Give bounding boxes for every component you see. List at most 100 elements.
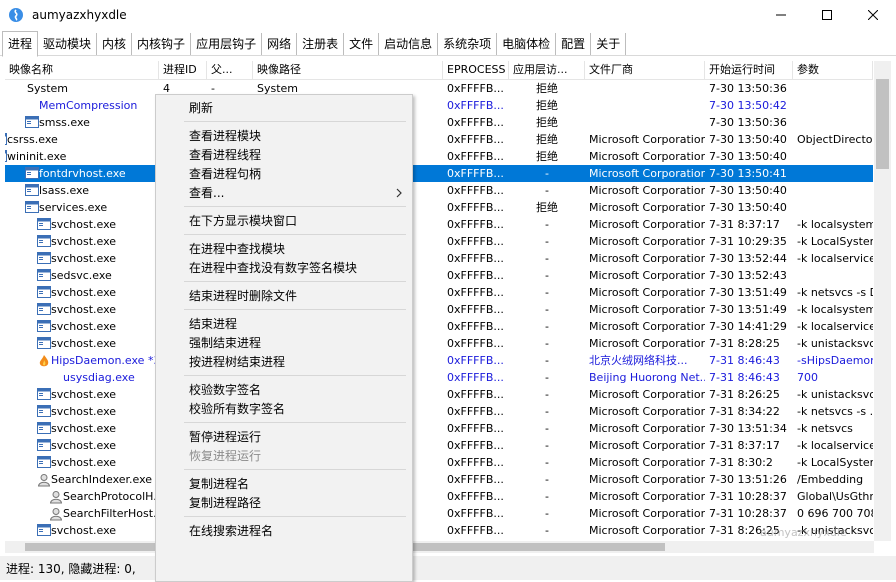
column-header-access[interactable]: 应用层访... [509,61,585,79]
column-header-eprocess[interactable]: EPROCESS [443,61,509,79]
cell-name: sedsvc.exe [5,267,159,284]
tab-0[interactable]: 进程 [2,31,39,57]
table-row[interactable]: svchost.exeexe0xFFFFB...-Microsoft Corpo… [5,437,873,454]
menu-item-21[interactable]: 暂停进程运行 [189,427,261,447]
menu-item-24[interactable]: 复制进程名 [189,474,249,494]
table-row[interactable]: svchost.exeexe0xFFFFB...-Microsoft Corpo… [5,420,873,437]
title-bar: aumyazxhyxdle [0,0,896,30]
column-header-args[interactable]: 参数 [793,61,873,79]
table-row[interactable]: SearchFilterHost...te...0xFFFFB...-Micro… [5,505,873,522]
menu-item-7[interactable]: 在下方显示模块窗口 [189,211,297,231]
table-row[interactable]: services.exeexe0xFFFFB...拒绝Microsoft Cor… [5,199,873,216]
tab-12[interactable]: 关于 [591,33,627,55]
process-name: svchost.exe [51,218,117,231]
cell-access: - [545,320,549,333]
table-row[interactable]: System 4- System 0xFFFFB... 拒绝 7-30 13:50:36 [5,80,873,97]
column-header-name[interactable]: 映像名称 [5,61,159,79]
tab-11[interactable]: 配置 [556,33,592,55]
table-row[interactable]: svchost.exeexe0xFFFFB...-Microsoft Corpo… [5,284,873,301]
tab-3[interactable]: 内核钩子 [132,33,192,55]
vertical-scroll-thumb[interactable] [876,79,889,169]
process-name: svchost.exe [51,439,117,452]
close-button[interactable] [850,0,896,30]
app-window-icon [37,303,51,315]
table-row[interactable]: smss.exe 0xFFFFB... 拒绝 7-30 13:50:36 [5,114,873,131]
minimize-button[interactable] [758,0,804,30]
tab-4[interactable]: 应用层钩子 [191,33,263,55]
table-row[interactable]: svchost.exeexe0xFFFFB...-Microsoft Corpo… [5,335,873,352]
process-name: svchost.exe [51,303,117,316]
app-window-icon [25,184,39,196]
column-header-pid[interactable]: 进程ID [159,61,207,79]
menu-item-14[interactable]: 结束进程 [189,314,237,334]
menu-item-5[interactable]: 查看... [189,183,224,203]
table-row[interactable]: usysdiag.exeN...0xFFFFB...-Beijing Huoro… [5,369,873,386]
window-title: aumyazxhyxdle [32,8,127,22]
menu-item-0[interactable]: 刷新 [189,98,213,118]
table-row[interactable]: lsass.exe 0xFFFFB... - Microsoft Corporatio… [5,182,873,199]
menu-item-label: 查看进程线程 [189,148,262,162]
menu-item-25[interactable]: 复制进程路径 [189,493,261,513]
table-row[interactable]: svchost.exeexe0xFFFFB...-Microsoft Corpo… [5,403,873,420]
table-row[interactable]: SearchIndexer.exed...0xFFFFB...-Microsof… [5,471,873,488]
cell-name: HipsDaemon.exe *32 [5,352,159,369]
table-row[interactable]: svchost.exeexe0xFFFFB...-Microsoft Corpo… [5,233,873,250]
menu-item-12[interactable]: 结束进程时删除文件 [189,286,297,306]
tab-1[interactable]: 驱动模块 [38,33,98,55]
menu-item-label: 结束进程时删除文件 [189,289,298,303]
column-header-ppid[interactable]: 父... [207,61,253,79]
tab-8[interactable]: 启动信息 [379,33,439,55]
cell-name: wininit.exe [5,148,159,165]
cell-start: 7-31 8:46:43 [709,354,780,367]
menu-item-4[interactable]: 查看进程句柄 [189,164,261,184]
cell-vendor: Microsoft Corporation [589,456,705,469]
status-bar: 进程: 130, 隐藏进程: 0, [0,556,896,580]
tab-9[interactable]: 系统杂项 [438,33,498,55]
tab-2[interactable]: 内核 [97,33,133,55]
cell-args: -sHipsDaemon [797,354,873,367]
table-row[interactable]: svchost.exeexe0xFFFFB...-Microsoft Corpo… [5,454,873,471]
menu-item-16[interactable]: 按进程树结束进程 [189,352,285,372]
table-row[interactable]: SearchProtocolH...ot...0xFFFFB...-Micros… [5,488,873,505]
vertical-scrollbar[interactable] [874,61,891,541]
cell-eprocess: 0xFFFFB... [447,456,504,469]
horizontal-scrollbar[interactable] [5,541,874,553]
menu-item-10[interactable]: 在进程中查找没有数字签名模块 [189,258,357,278]
maximize-button[interactable] [804,0,850,30]
table-row[interactable]: wininit.exexe0xFFFFB...拒绝Microsoft Corpo… [5,148,873,165]
menu-item-3[interactable]: 查看进程线程 [189,145,261,165]
table-row[interactable]: HipsDaemon.exe *32N...0xFFFFB...-北京火绒网络科… [5,352,873,369]
cell-vendor: Microsoft Corporation [589,133,705,146]
menu-item-label: 在线搜索进程名 [189,524,274,538]
cell-args: -k netsvcs -s ... [797,405,873,418]
tab-10[interactable]: 电脑体检 [497,33,557,55]
table-row[interactable]: svchost.exeexe0xFFFFB...-Microsoft Corpo… [5,301,873,318]
menu-item-9[interactable]: 在进程中查找模块 [189,239,285,259]
table-row[interactable]: sedsvc.exexe0xFFFFB...-Microsoft Corpora… [5,267,873,284]
process-table: 映像名称 进程ID 父... 映像路径 EPROCESS 应用层访... 文件厂商 开始运行时… [5,61,873,541]
cell-access: - [545,167,549,180]
menu-item-18[interactable]: 校验数字签名 [189,380,261,400]
table-row[interactable]: fontdrvhost.exeos...0xFFFFB...-Microsoft… [5,165,873,182]
table-row[interactable]: svchost.exeexe0xFFFFB...-Microsoft Corpo… [5,216,873,233]
table-row[interactable]: svchost.exeexe0xFFFFB...-Microsoft Corpo… [5,386,873,403]
tab-5[interactable]: 网络 [262,33,298,55]
tab-6[interactable]: 注册表 [297,33,345,55]
cell-access: - [545,507,549,520]
menu-item-2[interactable]: 查看进程模块 [189,126,261,146]
table-row[interactable]: svchost.exeexe0xFFFFB...-Microsoft Corpo… [5,250,873,267]
cell-start: 7-30 13:50:36 [709,116,787,129]
table-row[interactable]: MemCompression 0xFFFFB... 拒绝 7-30 13:50:42 [5,97,873,114]
column-header-path[interactable]: 映像路径 [253,61,443,79]
table-row[interactable]: svchost.exeexe0xFFFFB...-Microsoft Corpo… [5,318,873,335]
cell-vendor: Microsoft Corporation [589,388,705,401]
menu-item-27[interactable]: 在线搜索进程名 [189,521,273,541]
menu-item-19[interactable]: 校验所有数字签名 [189,399,285,419]
menu-item-15[interactable]: 强制结束进程 [189,333,261,353]
process-name: SearchFilterHost... [63,507,159,520]
table-row[interactable]: svchost.exeexe0xFFFFB...-Microsoft Corpo… [5,522,873,539]
column-header-vendor[interactable]: 文件厂商 [585,61,705,79]
tab-7[interactable]: 文件 [344,33,380,55]
table-row[interactable]: csrss.exee0xFFFFB...拒绝Microsoft Corporat… [5,131,873,148]
column-header-start[interactable]: 开始运行时间 [705,61,793,79]
